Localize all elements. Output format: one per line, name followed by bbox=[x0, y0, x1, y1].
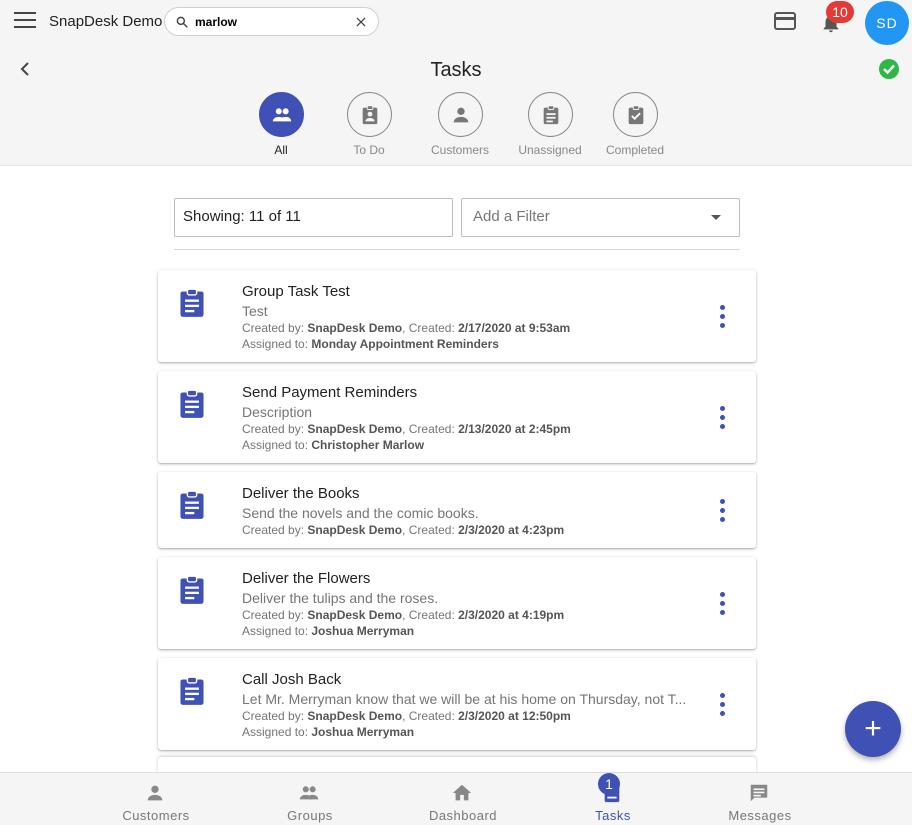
nav-label: Customers bbox=[122, 808, 190, 823]
nav-label: Groups bbox=[287, 808, 333, 823]
add-filter-select[interactable]: Add a Filter bbox=[461, 198, 740, 237]
tab-label: Completed bbox=[605, 143, 665, 157]
more-options-icon[interactable] bbox=[716, 693, 728, 721]
task-title: Deliver the Books bbox=[242, 485, 360, 502]
notifications-badge: 10 bbox=[826, 1, 854, 23]
page-title: Tasks bbox=[430, 59, 482, 81]
task-assigned-info: Assigned to: Christopher Marlow bbox=[242, 438, 425, 452]
menu-icon[interactable] bbox=[14, 12, 36, 30]
person-icon bbox=[147, 785, 163, 801]
task-created-info: Created by: SnapDesk Demo, Created: 2/3/… bbox=[242, 709, 571, 723]
tab-all[interactable]: All bbox=[236, 92, 326, 157]
tab-completed[interactable]: Completed bbox=[590, 92, 680, 157]
add-task-button[interactable]: + bbox=[845, 701, 901, 757]
task-description: Description bbox=[242, 404, 313, 420]
task-description: Let Mr. Merryman know that we will be at… bbox=[242, 691, 687, 707]
showing-count: Showing: 11 of 11 bbox=[174, 198, 453, 237]
search-input[interactable] bbox=[195, 13, 345, 31]
assignment-icon bbox=[180, 389, 204, 418]
nav-dashboard[interactable]: Dashboard bbox=[386, 773, 540, 825]
divider bbox=[174, 249, 740, 250]
tab-customers[interactable]: Customers bbox=[415, 92, 505, 157]
person-icon bbox=[453, 107, 468, 123]
tasks-badge: 1 bbox=[598, 773, 620, 795]
dropdown-arrow-icon bbox=[711, 215, 721, 220]
task-created-info: Created by: SnapDesk Demo, Created: 2/3/… bbox=[242, 608, 565, 622]
task-description: Send the novels and the comic books. bbox=[242, 505, 479, 521]
more-options-icon[interactable] bbox=[716, 592, 728, 620]
tab-to-do[interactable]: To Do bbox=[324, 92, 414, 157]
assignment-turned-in-icon bbox=[628, 105, 643, 125]
user-avatar[interactable]: SD bbox=[865, 1, 909, 45]
task-description: Deliver the tulips and the roses. bbox=[242, 590, 439, 606]
tab-unassigned[interactable]: Unassigned bbox=[505, 92, 595, 157]
tab-label: To Do bbox=[353, 143, 385, 157]
task-created-info: Created by: SnapDesk Demo, Created: 2/13… bbox=[242, 422, 571, 436]
assignment-icon bbox=[543, 105, 558, 125]
more-options-icon[interactable] bbox=[716, 406, 728, 434]
task-title: Group Task Test bbox=[242, 283, 350, 300]
task-created-info: Created by: SnapDesk Demo, Created: 2/17… bbox=[242, 321, 571, 335]
clear-search-icon[interactable] bbox=[354, 15, 368, 29]
task-card[interactable]: Send Payment Reminders Description Creat… bbox=[158, 371, 756, 463]
assignment-icon bbox=[180, 575, 204, 604]
task-card[interactable]: Deliver the Flowers Deliver the tulips a… bbox=[158, 557, 756, 649]
nav-groups[interactable]: Groups bbox=[233, 773, 387, 825]
task-assigned-info: Assigned to: Joshua Merryman bbox=[242, 624, 415, 638]
bottom-navigation: Customers Groups Dashboard Tasks Message… bbox=[0, 772, 912, 825]
tab-label: Customers bbox=[430, 143, 489, 157]
tab-label: All bbox=[274, 143, 288, 157]
task-created-info: Created by: SnapDesk Demo, Created: 2/3/… bbox=[242, 523, 565, 537]
more-options-icon[interactable] bbox=[716, 499, 728, 527]
group-icon bbox=[272, 108, 291, 122]
task-filter-tabs: All To Do Customers Unassigned Completed bbox=[0, 92, 912, 162]
nav-label: Tasks bbox=[595, 808, 631, 823]
task-description: Test bbox=[242, 303, 268, 319]
nav-label: Messages bbox=[728, 808, 792, 823]
assignment-icon bbox=[180, 288, 204, 317]
task-title: Deliver the Flowers bbox=[242, 570, 371, 587]
assignment-ind-icon bbox=[362, 105, 377, 125]
assignment-icon bbox=[180, 676, 204, 705]
app-title: SnapDesk Demo bbox=[49, 13, 163, 30]
nav-label: Dashboard bbox=[428, 808, 498, 823]
task-title: Send Payment Reminders bbox=[242, 384, 418, 401]
task-assigned-info: Assigned to: Joshua Merryman bbox=[242, 725, 415, 739]
sync-status-check-icon bbox=[879, 59, 899, 79]
search-box[interactable] bbox=[164, 7, 379, 36]
task-card[interactable]: Call Josh Back Let Mr. Merryman know tha… bbox=[158, 658, 756, 750]
message-icon bbox=[750, 784, 768, 802]
search-icon bbox=[176, 16, 188, 28]
task-title: Call Josh Back bbox=[242, 671, 342, 688]
group-icon bbox=[299, 786, 319, 800]
task-card[interactable]: Group Task Test Test Created by: SnapDes… bbox=[158, 270, 756, 362]
header: SnapDesk Demo 10 SD Tasks All To Do Cust… bbox=[0, 0, 912, 166]
nav-customers[interactable]: Customers bbox=[79, 773, 233, 825]
assignment-icon bbox=[180, 490, 204, 519]
nav-messages[interactable]: Messages bbox=[683, 773, 837, 825]
more-options-icon[interactable] bbox=[716, 305, 728, 333]
tab-label: Unassigned bbox=[518, 143, 582, 157]
task-assigned-info: Assigned to: Monday Appointment Reminder… bbox=[242, 337, 499, 351]
task-card[interactable]: Deliver the Books Send the novels and th… bbox=[158, 472, 756, 548]
credit-card-icon[interactable] bbox=[774, 12, 796, 30]
top-bar: SnapDesk Demo 10 SD bbox=[0, 0, 912, 45]
filter-placeholder: Add a Filter bbox=[473, 208, 550, 225]
home-icon bbox=[452, 784, 472, 801]
